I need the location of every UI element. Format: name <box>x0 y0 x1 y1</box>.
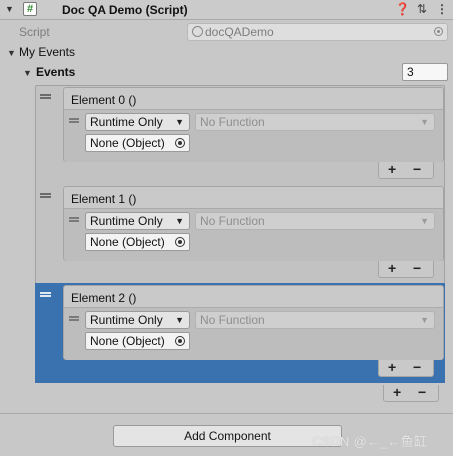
my-events-foldout-icon[interactable]: ▼ <box>7 48 16 58</box>
enabled-checkbox[interactable] <box>18 3 32 17</box>
object-picker-icon[interactable] <box>175 138 185 148</box>
remove-element-button[interactable]: − <box>413 161 421 177</box>
element-title: Element 1 () <box>71 192 137 206</box>
chevron-down-icon: ▼ <box>175 216 184 226</box>
target-object-field[interactable]: None (Object) <box>85 233 190 251</box>
add-component-button[interactable]: Add Component <box>113 425 342 447</box>
list-add-remove: + − <box>378 359 434 377</box>
function-value: No Function <box>200 115 265 129</box>
drag-handle-icon[interactable] <box>40 292 51 297</box>
function-value: No Function <box>200 313 265 327</box>
events-add-remove: + − <box>383 384 439 402</box>
target-value: None (Object) <box>90 235 165 249</box>
remove-event-button[interactable]: − <box>418 384 426 400</box>
object-picker-icon[interactable] <box>175 336 185 346</box>
target-value: None (Object) <box>90 136 165 150</box>
element-title: Element 0 () <box>71 93 137 107</box>
add-element-button[interactable]: + <box>388 161 396 177</box>
call-mode-dropdown[interactable]: Runtime Only ▼ <box>85 212 190 230</box>
list-add-remove: + − <box>378 161 434 179</box>
listener-drag-handle-icon[interactable] <box>69 118 79 123</box>
add-element-button[interactable]: + <box>388 260 396 276</box>
script-asset-icon <box>192 26 203 37</box>
watermark: CSDN @←_←鱼缸 <box>312 434 428 449</box>
chevron-down-icon: ▼ <box>175 315 184 325</box>
script-field[interactable]: docQADemo <box>187 23 448 41</box>
script-value: docQADemo <box>205 25 274 39</box>
object-picker-icon[interactable] <box>434 27 443 36</box>
chevron-down-icon: ▼ <box>420 315 429 325</box>
help-icon[interactable]: ❓ <box>395 2 410 16</box>
list-add-remove: + − <box>378 260 434 278</box>
function-dropdown[interactable]: No Function ▼ <box>195 113 435 131</box>
function-dropdown[interactable]: No Function ▼ <box>195 212 435 230</box>
target-object-field[interactable]: None (Object) <box>85 134 190 152</box>
event-listener: Runtime Only ▼ No Function ▼ None (Object) <box>64 109 443 162</box>
divider <box>0 413 453 414</box>
list-item: Element 0 () Runtime Only ▼ No Function ▼ … <box>63 87 444 162</box>
events-size-field[interactable]: 3 <box>402 63 448 81</box>
target-object-field[interactable]: None (Object) <box>85 332 190 350</box>
script-label: Script <box>19 25 50 39</box>
drag-handle-icon[interactable] <box>40 94 51 99</box>
call-mode-dropdown[interactable]: Runtime Only ▼ <box>85 113 190 131</box>
function-dropdown[interactable]: No Function ▼ <box>195 311 435 329</box>
events-label: Events <box>36 65 76 79</box>
listener-drag-handle-icon[interactable] <box>69 217 79 222</box>
add-event-button[interactable]: + <box>393 384 401 400</box>
element-title: Element 2 () <box>71 291 137 305</box>
add-element-button[interactable]: + <box>388 359 396 375</box>
list-item: Element 1 () Runtime Only ▼ No Function ▼ … <box>63 186 444 261</box>
presets-icon[interactable]: ⇅ <box>415 2 429 16</box>
remove-element-button[interactable]: − <box>413 260 421 276</box>
function-value: No Function <box>200 214 265 228</box>
chevron-down-icon: ▼ <box>420 216 429 226</box>
event-listener: Runtime Only ▼ No Function ▼ None (Object) <box>64 208 443 261</box>
component-title: Doc QA Demo (Script) <box>62 3 188 17</box>
call-mode-value: Runtime Only <box>90 214 163 228</box>
remove-element-button[interactable]: − <box>413 359 421 375</box>
more-icon[interactable]: ⋮ <box>435 2 449 16</box>
call-mode-value: Runtime Only <box>90 313 163 327</box>
chevron-down-icon: ▼ <box>175 117 184 127</box>
call-mode-dropdown[interactable]: Runtime Only ▼ <box>85 311 190 329</box>
drag-handle-icon[interactable] <box>40 193 51 198</box>
target-value: None (Object) <box>90 334 165 348</box>
list-item-selected: Element 2 () Runtime Only ▼ No Function ▼ … <box>63 285 444 360</box>
listener-drag-handle-icon[interactable] <box>69 316 79 321</box>
event-listener: Runtime Only ▼ No Function ▼ None (Object) <box>64 307 443 360</box>
collapse-triangle-icon[interactable]: ▼ <box>5 4 14 14</box>
my-events-label: My Events <box>19 45 76 59</box>
object-picker-icon[interactable] <box>175 237 185 247</box>
events-foldout-icon[interactable]: ▼ <box>23 68 32 78</box>
chevron-down-icon: ▼ <box>420 117 429 127</box>
call-mode-value: Runtime Only <box>90 115 163 129</box>
